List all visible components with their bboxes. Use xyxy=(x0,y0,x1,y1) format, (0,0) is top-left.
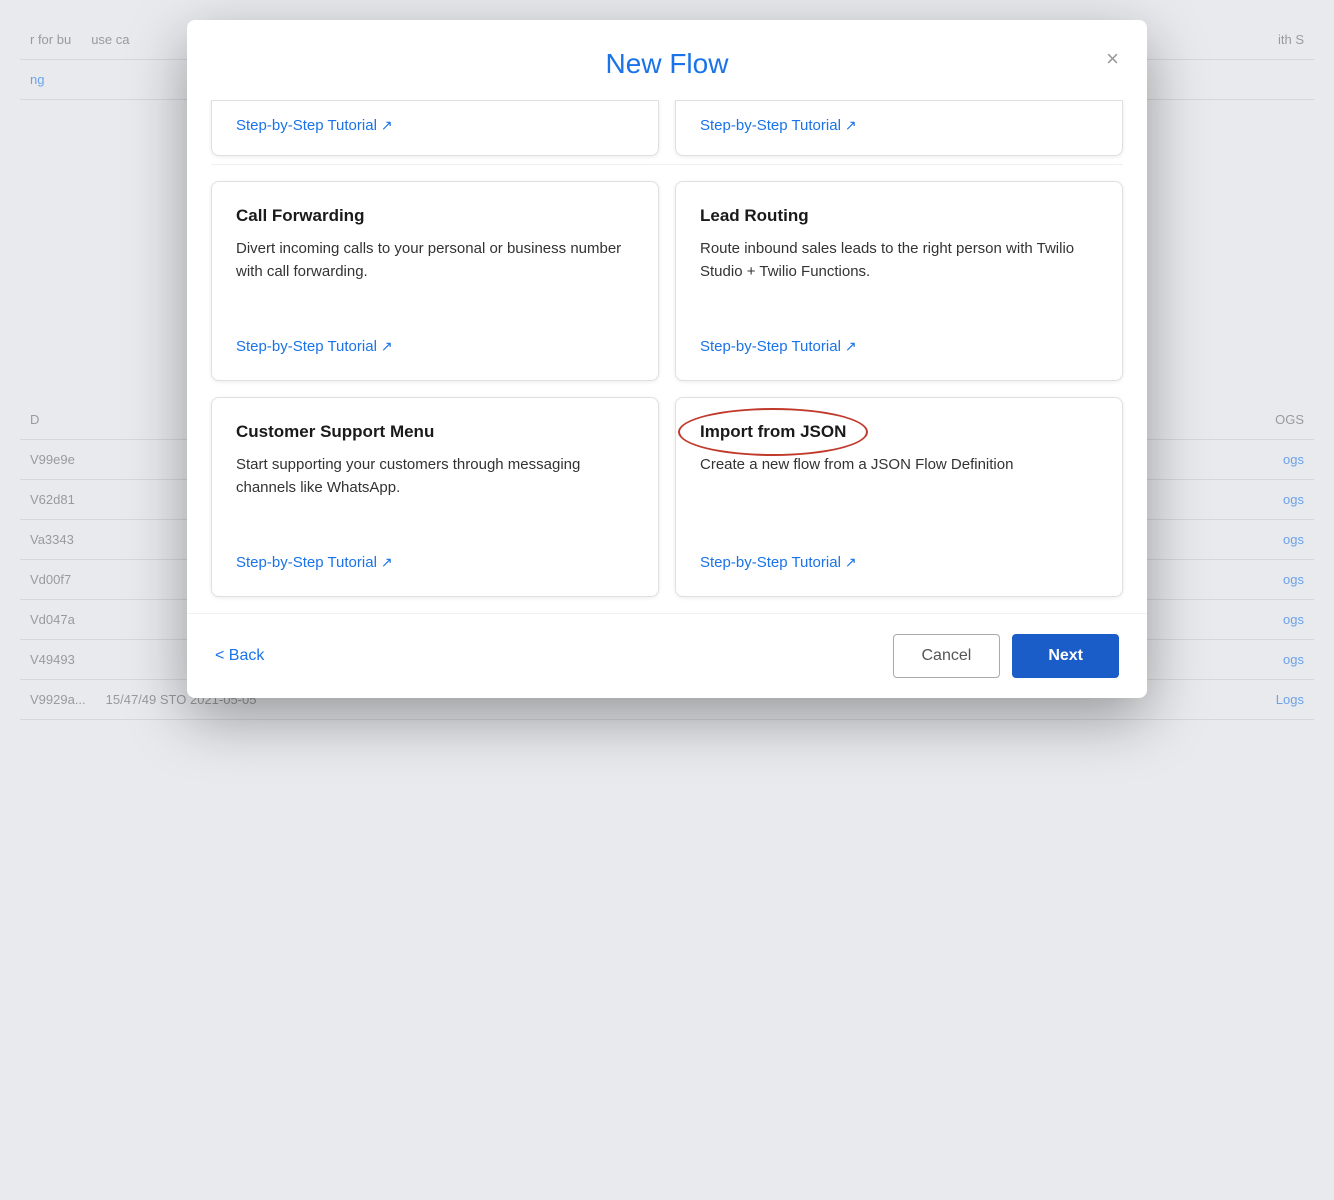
card-customer-support-link[interactable]: Step-by-Step Tutorial ↗ xyxy=(236,554,393,571)
external-link-icon-4: ↗ xyxy=(845,338,857,355)
external-link-icon-5: ↗ xyxy=(381,554,393,571)
card-partial-left[interactable]: Step-by-Step Tutorial ↗ xyxy=(211,100,659,156)
card-lead-routing[interactable]: Lead Routing Route inbound sales leads t… xyxy=(675,181,1123,381)
card-call-forwarding-description: Divert incoming calls to your personal o… xyxy=(236,238,634,318)
next-button[interactable]: Next xyxy=(1012,634,1119,678)
card-partial-right-link[interactable]: Step-by-Step Tutorial ↗ xyxy=(700,117,857,134)
card-import-json-description: Create a new flow from a JSON Flow Defin… xyxy=(700,454,1098,534)
card-partial-left-link[interactable]: Step-by-Step Tutorial ↗ xyxy=(236,117,393,134)
card-import-json[interactable]: Import from JSON Create a new flow from … xyxy=(675,397,1123,597)
close-button[interactable]: × xyxy=(1102,44,1123,74)
import-json-title-wrapper: Import from JSON xyxy=(700,422,846,442)
card-customer-support-title: Customer Support Menu xyxy=(236,422,634,442)
external-link-icon-6: ↗ xyxy=(845,554,857,571)
modal-backdrop: New Flow × Step-by-Step Tutorial ↗ Step-… xyxy=(0,0,1334,1200)
external-link-icon: ↗ xyxy=(381,117,393,134)
modal-title: New Flow xyxy=(606,48,729,80)
card-call-forwarding[interactable]: Call Forwarding Divert incoming calls to… xyxy=(211,181,659,381)
card-import-json-title: Import from JSON xyxy=(700,422,1098,442)
modal-footer: < Back Cancel Next xyxy=(187,613,1147,698)
modal-header: New Flow × xyxy=(187,20,1147,100)
card-call-forwarding-link[interactable]: Step-by-Step Tutorial ↗ xyxy=(236,338,393,355)
cards-grid: Call Forwarding Divert incoming calls to… xyxy=(211,173,1123,597)
card-call-forwarding-title: Call Forwarding xyxy=(236,206,634,226)
card-import-json-link[interactable]: Step-by-Step Tutorial ↗ xyxy=(700,554,857,571)
card-lead-routing-link[interactable]: Step-by-Step Tutorial ↗ xyxy=(700,338,857,355)
external-link-icon-3: ↗ xyxy=(381,338,393,355)
new-flow-modal: New Flow × Step-by-Step Tutorial ↗ Step-… xyxy=(187,20,1147,698)
external-link-icon-2: ↗ xyxy=(845,117,857,134)
card-customer-support[interactable]: Customer Support Menu Start supporting y… xyxy=(211,397,659,597)
cancel-button[interactable]: Cancel xyxy=(893,634,1001,678)
footer-actions: Cancel Next xyxy=(893,634,1120,678)
partial-cards-row: Step-by-Step Tutorial ↗ Step-by-Step Tut… xyxy=(211,100,1123,165)
card-partial-right[interactable]: Step-by-Step Tutorial ↗ xyxy=(675,100,1123,156)
back-button[interactable]: < Back xyxy=(215,647,264,665)
modal-body: Step-by-Step Tutorial ↗ Step-by-Step Tut… xyxy=(187,100,1147,613)
card-customer-support-description: Start supporting your customers through … xyxy=(236,454,634,534)
card-lead-routing-description: Route inbound sales leads to the right p… xyxy=(700,238,1098,318)
card-lead-routing-title: Lead Routing xyxy=(700,206,1098,226)
